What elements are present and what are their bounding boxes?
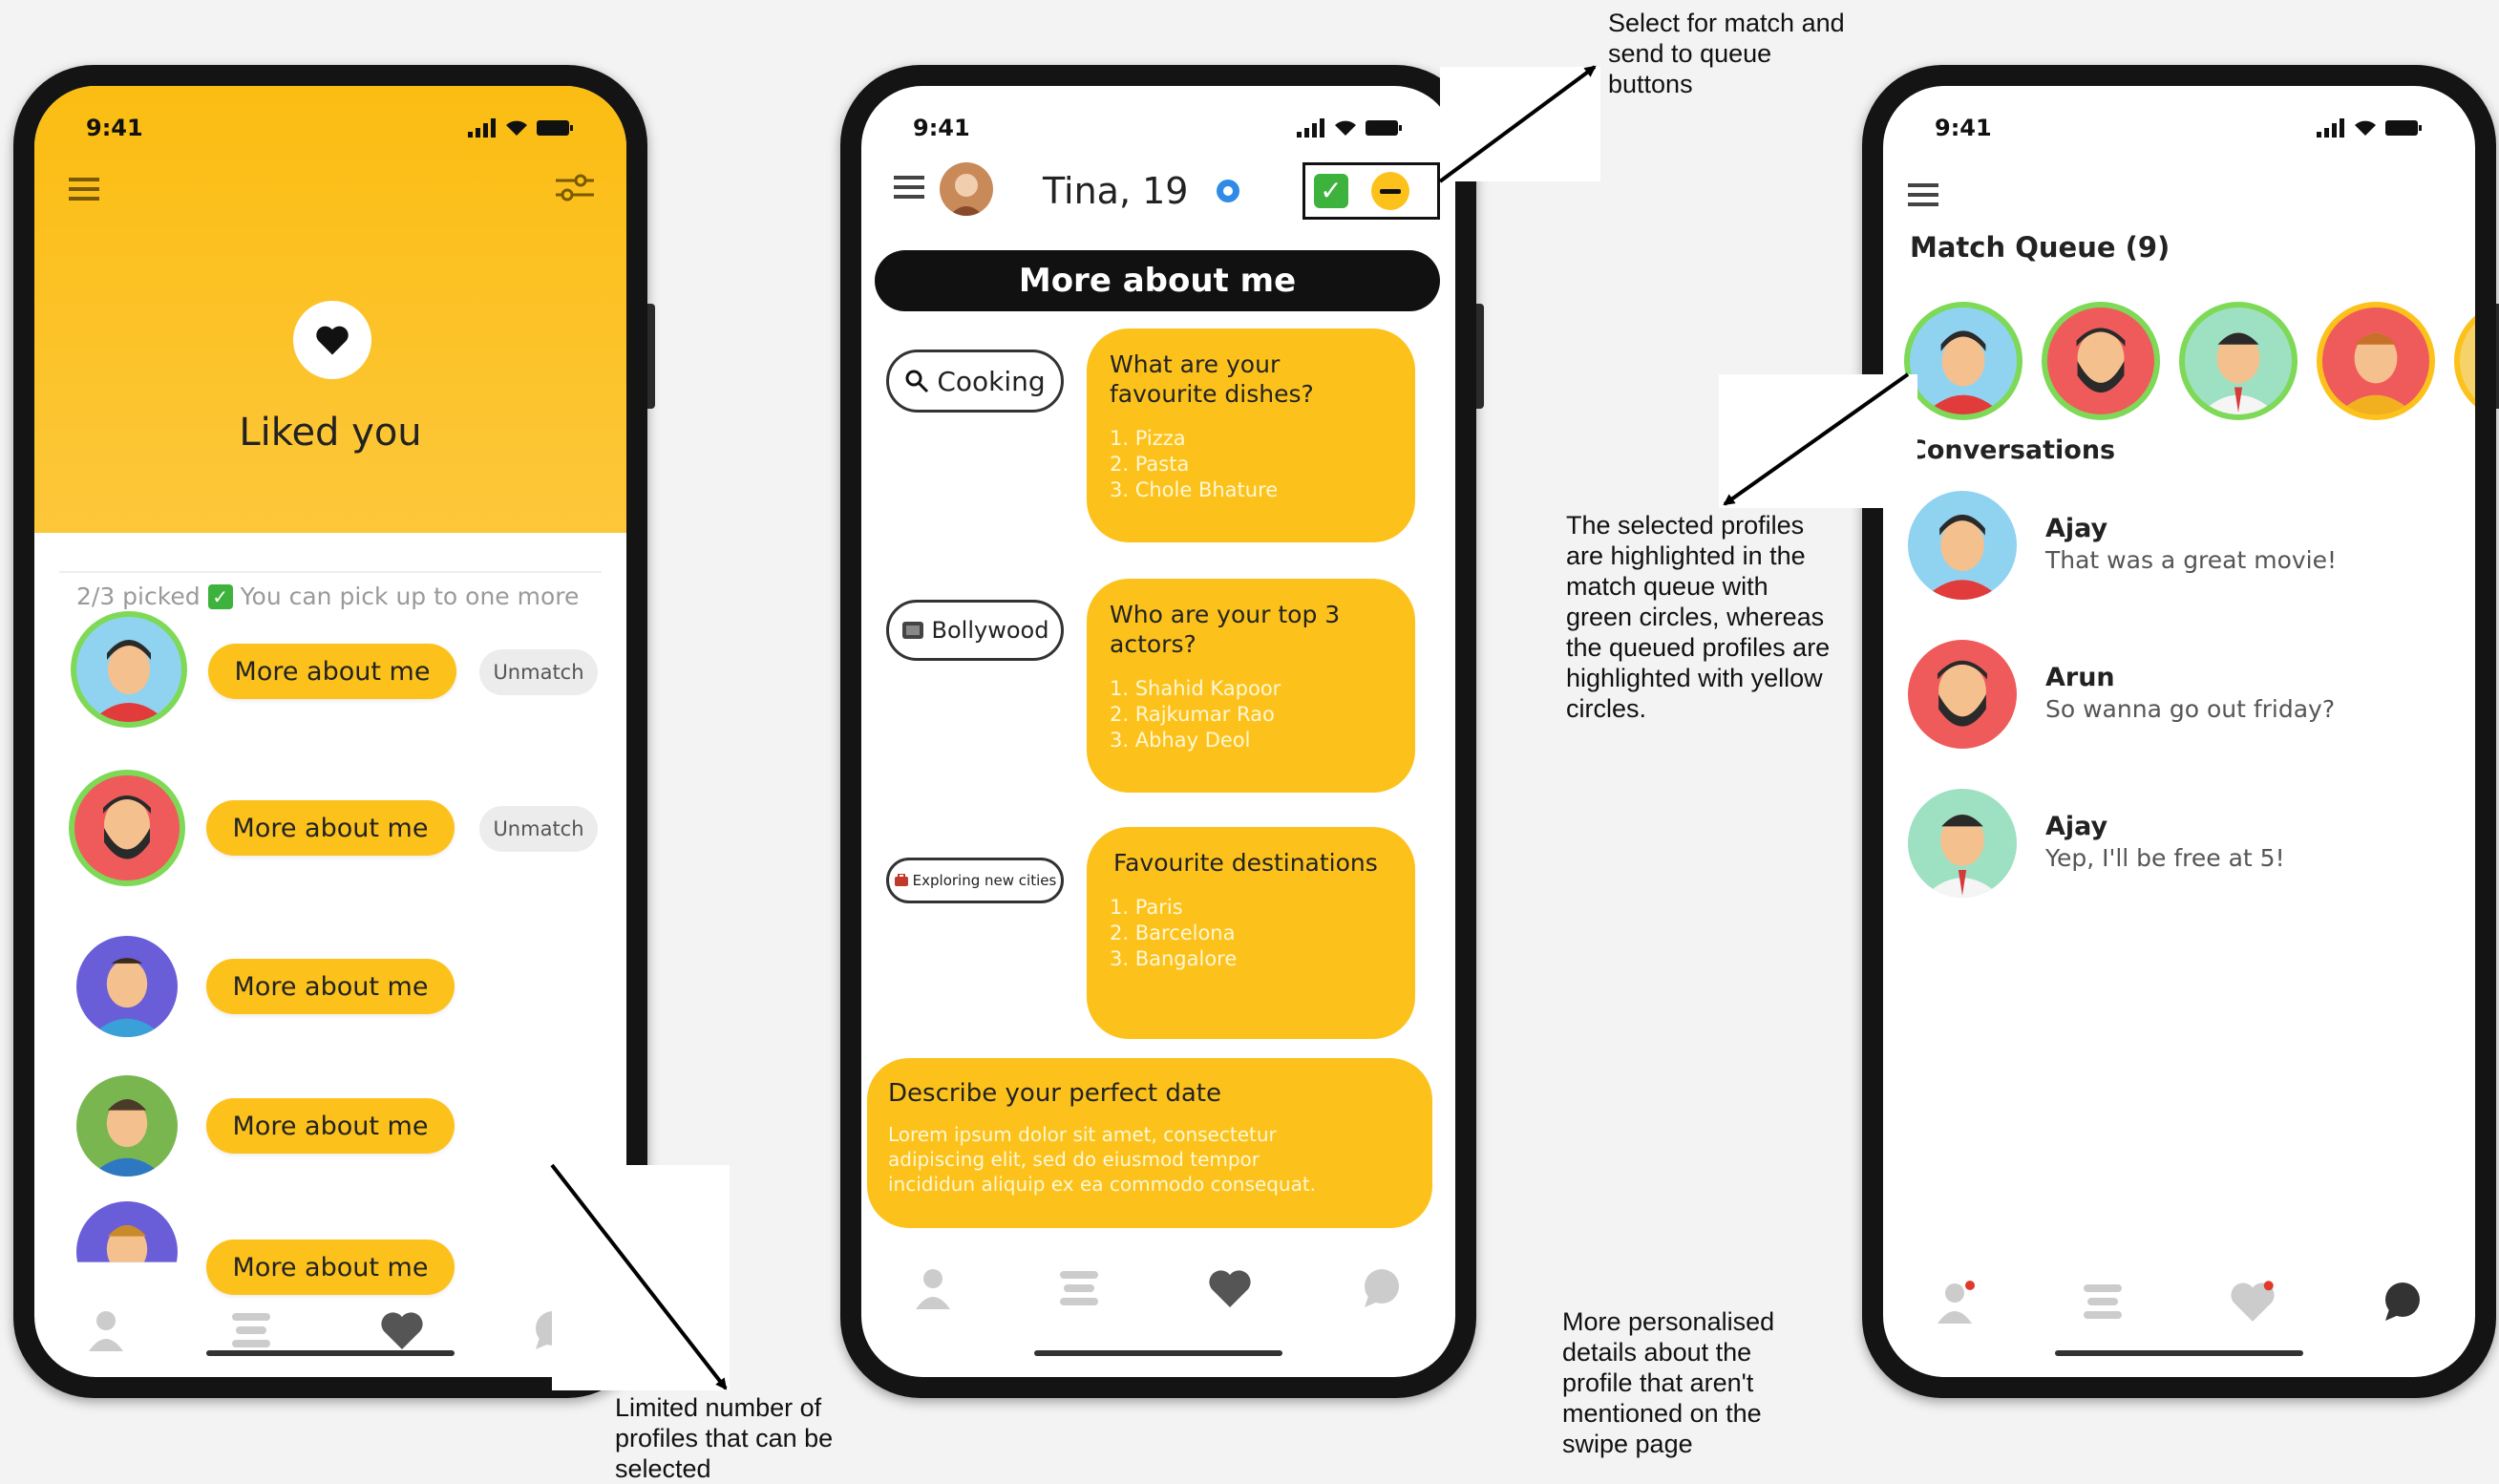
arrow-to-pick-limit: [550, 1163, 728, 1390]
annotation-arrows: [550, 65, 1910, 1390]
arrow-to-action-buttons: [1438, 65, 1597, 183]
arrow-to-match-queue: [1723, 372, 1910, 506]
